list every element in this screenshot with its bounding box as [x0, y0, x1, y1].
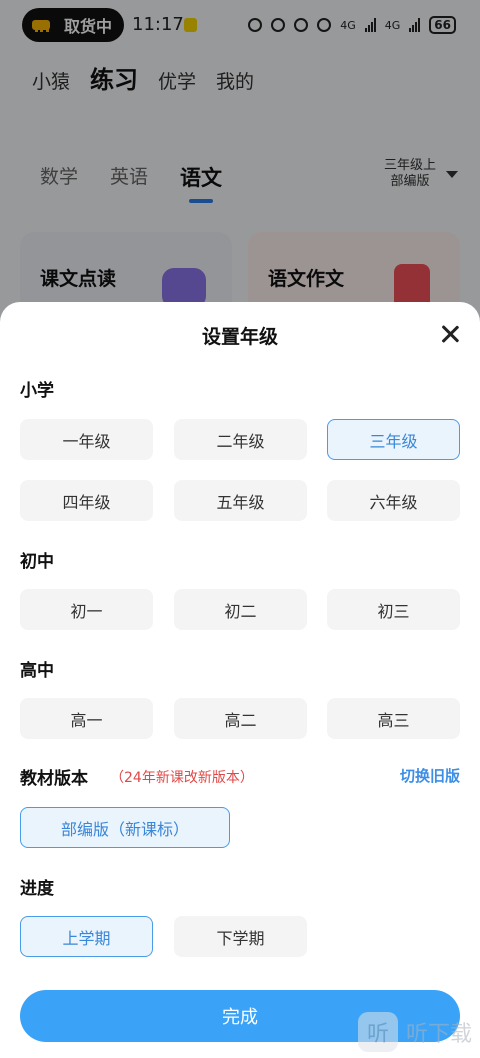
section-label-senior: 高中 [20, 661, 54, 681]
grade-option-2[interactable]: 二年级 [174, 419, 307, 460]
grade-option-senior-1[interactable]: 高一 [20, 698, 153, 739]
section-label-junior: 初中 [20, 552, 54, 572]
close-icon[interactable] [438, 322, 462, 346]
grade-option-1[interactable]: 一年级 [20, 419, 153, 460]
watermark: 听 听下载 [357, 1012, 472, 1052]
section-label-textbook: 教材版本 [20, 769, 88, 789]
textbook-option[interactable]: 部编版（新课标） [20, 807, 230, 848]
sheet-title: 设置年级 [201, 326, 278, 348]
watermark-text: 听下载 [405, 1022, 472, 1047]
grade-option-4[interactable]: 四年级 [20, 480, 153, 521]
grade-option-junior-2[interactable]: 初二 [174, 589, 307, 630]
switch-old-version-link[interactable]: 切换旧版 [400, 765, 460, 786]
grade-option-3[interactable]: 三年级 [327, 419, 460, 460]
grade-option-junior-1[interactable]: 初一 [20, 589, 153, 630]
section-label-primary: 小学 [20, 381, 54, 401]
grade-settings-sheet: 设置年级 小学 一年级 二年级 三年级 四年级 五年级 六年级 初中 初一 初二… [0, 302, 480, 1058]
grade-option-6[interactable]: 六年级 [327, 480, 460, 521]
grade-option-5[interactable]: 五年级 [174, 480, 307, 521]
grade-option-junior-3[interactable]: 初三 [327, 589, 460, 630]
term-option-second[interactable]: 下学期 [174, 916, 307, 957]
textbook-version-note: （24年新课改新版本） [110, 770, 254, 786]
grade-option-senior-2[interactable]: 高二 [174, 698, 307, 739]
watermark-logo: 听 [357, 1012, 398, 1052]
section-label-progress: 进度 [20, 879, 54, 899]
term-option-first[interactable]: 上学期 [20, 916, 153, 957]
grade-option-senior-3[interactable]: 高三 [327, 698, 460, 739]
